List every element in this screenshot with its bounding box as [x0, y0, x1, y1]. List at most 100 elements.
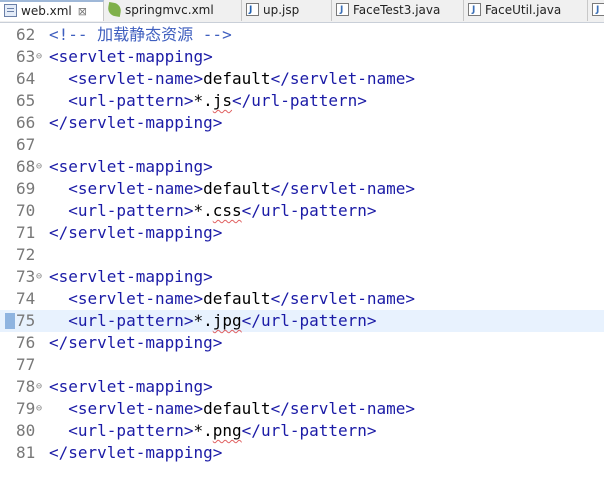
- spring-leaf-icon: [106, 1, 123, 18]
- line-number: 77: [16, 355, 36, 374]
- code-text: </servlet-mapping>: [49, 332, 222, 354]
- element-text: *.: [193, 421, 213, 440]
- line-number: 72: [16, 245, 36, 264]
- tab-web-xml[interactable]: web.xml ⊠: [0, 0, 104, 21]
- xml-tag: </servlet-mapping>: [49, 443, 223, 462]
- code-line[interactable]: 69 <servlet-name>default</servlet-name>: [0, 178, 604, 200]
- code-line[interactable]: 75 <url-pattern>*.jpg</url-pattern>: [0, 310, 604, 332]
- xml-tag: </servlet-mapping>: [49, 223, 223, 242]
- xml-tag: <url-pattern>: [68, 311, 194, 330]
- line-number: 62: [16, 25, 36, 44]
- code-line[interactable]: 81 </servlet-mapping>: [0, 442, 604, 464]
- code-text: <servlet-name>default</servlet-name>: [49, 68, 415, 90]
- code-line[interactable]: 71 </servlet-mapping>: [0, 222, 604, 244]
- code-line[interactable]: 80 <url-pattern>*.png</url-pattern>: [0, 420, 604, 442]
- xml-tag: <servlet-mapping>: [49, 377, 213, 396]
- line-number: 69: [16, 179, 36, 198]
- element-text: default: [203, 69, 271, 88]
- code-text: </servlet-mapping>: [49, 222, 222, 244]
- element-text: default: [203, 179, 271, 198]
- tab-label: FaceTest3.java: [353, 3, 441, 17]
- xml-tag: <servlet-name>: [68, 179, 204, 198]
- fold-toggle-icon[interactable]: ⊖: [36, 376, 42, 398]
- code-line[interactable]: 77: [0, 354, 604, 376]
- code-line[interactable]: 67: [0, 134, 604, 156]
- tab-faceutil-java[interactable]: FaceUtil.java: [464, 0, 588, 21]
- code-line[interactable]: 70 <url-pattern>*.css</url-pattern>: [0, 200, 604, 222]
- element-text: default: [203, 289, 271, 308]
- code-line[interactable]: 72: [0, 244, 604, 266]
- line-number: 66: [16, 113, 36, 132]
- xml-tag: <url-pattern>: [68, 201, 194, 220]
- xml-tag: </url-pattern>: [241, 201, 377, 220]
- code-text: </servlet-mapping>: [49, 112, 222, 134]
- tab-label: springmvc.xml: [125, 3, 214, 17]
- code-text: </servlet-mapping>: [49, 442, 222, 464]
- code-line[interactable]: 62 <!-- 加载静态资源 -->: [0, 24, 604, 46]
- xml-tag: </servlet-mapping>: [49, 333, 223, 352]
- jsp-file-icon: [246, 0, 259, 21]
- code-line[interactable]: 65 <url-pattern>*.js</url-pattern>: [0, 90, 604, 112]
- xml-tag: <servlet-mapping>: [49, 47, 213, 66]
- code-text: <servlet-mapping>: [49, 156, 213, 178]
- line-number: 76: [16, 333, 36, 352]
- tab-springmvc-xml[interactable]: springmvc.xml: [104, 0, 242, 21]
- xml-tag: </servlet-name>: [270, 69, 416, 88]
- code-line[interactable]: 66 </servlet-mapping>: [0, 112, 604, 134]
- xml-tag: <servlet-name>: [68, 69, 204, 88]
- java-file-icon: [592, 0, 604, 21]
- xml-tag: </servlet-name>: [270, 399, 416, 418]
- code-line[interactable]: 74 <servlet-name>default</servlet-name>: [0, 288, 604, 310]
- code-line[interactable]: 79 ⊖ <servlet-name>default</servlet-name>: [0, 398, 604, 420]
- line-number: 80: [16, 421, 36, 440]
- code-text: <servlet-mapping>: [49, 46, 213, 68]
- element-text: *.: [193, 91, 213, 110]
- tab-up-jsp[interactable]: up.jsp: [242, 0, 332, 21]
- spellcheck-flagged-text: jpg: [212, 311, 242, 330]
- line-number: 67: [16, 135, 36, 154]
- line-number: 64: [16, 69, 36, 88]
- xml-tag: </url-pattern>: [232, 91, 367, 110]
- fold-toggle-icon[interactable]: ⊖: [36, 156, 42, 178]
- code-line[interactable]: 68 ⊖ <servlet-mapping>: [0, 156, 604, 178]
- code-text: <!-- 加载静态资源 -->: [49, 24, 232, 46]
- xml-tag: <servlet-mapping>: [49, 267, 213, 286]
- spellcheck-flagged-text: css: [212, 201, 242, 220]
- code-text: <servlet-name>default</servlet-name>: [49, 398, 415, 420]
- code-line[interactable]: 64 <servlet-name>default</servlet-name>: [0, 68, 604, 90]
- code-text: <url-pattern>*.jpg</url-pattern>: [49, 310, 377, 332]
- fold-toggle-icon[interactable]: ⊖: [36, 266, 42, 288]
- code-text: <servlet-mapping>: [49, 266, 213, 288]
- java-file-icon: [468, 0, 481, 21]
- line-number: 65: [16, 91, 36, 110]
- line-number: 71: [16, 223, 36, 242]
- close-tab-icon[interactable]: ⊠: [78, 5, 87, 18]
- xml-tag: </url-pattern>: [241, 311, 377, 330]
- fold-toggle-icon[interactable]: ⊖: [36, 46, 42, 68]
- element-text: default: [203, 399, 271, 418]
- code-text: <url-pattern>*.css</url-pattern>: [49, 200, 377, 222]
- code-line[interactable]: 73 ⊖ <servlet-mapping>: [0, 266, 604, 288]
- code-text: <url-pattern>*.png</url-pattern>: [49, 420, 376, 442]
- code-line[interactable]: 78 ⊖ <servlet-mapping>: [0, 376, 604, 398]
- xml-tag: </servlet-name>: [270, 289, 416, 308]
- code-text: <url-pattern>*.js</url-pattern>: [49, 90, 367, 112]
- xml-comment: <!-- 加载静态资源 -->: [49, 25, 232, 44]
- fold-toggle-icon[interactable]: ⊖: [36, 398, 42, 420]
- code-line[interactable]: 76 </servlet-mapping>: [0, 332, 604, 354]
- tab-label: up.jsp: [263, 3, 300, 17]
- tab-facetest3-java[interactable]: FaceTest3.java: [332, 0, 464, 21]
- xml-tag: </servlet-name>: [270, 179, 416, 198]
- editor-tab-bar: web.xml ⊠ springmvc.xml up.jsp FaceTest3.…: [0, 0, 604, 23]
- code-editor[interactable]: 62 <!-- 加载静态资源 --> 63 ⊖ <servlet-mapping> 64 …: [0, 23, 604, 493]
- element-text: *.: [193, 201, 213, 220]
- tab-label: web.xml: [21, 4, 72, 18]
- element-text: *.: [193, 311, 213, 330]
- spellcheck-flagged-text: png: [212, 421, 242, 440]
- code-text: <servlet-name>default</servlet-name>: [49, 178, 415, 200]
- tab-label: FaceUtil.java: [485, 3, 562, 17]
- tab-overflow[interactable]: [588, 0, 604, 21]
- xml-tag: <servlet-name>: [68, 289, 204, 308]
- code-line[interactable]: 63 ⊖ <servlet-mapping>: [0, 46, 604, 68]
- xml-tag: <url-pattern>: [68, 91, 194, 110]
